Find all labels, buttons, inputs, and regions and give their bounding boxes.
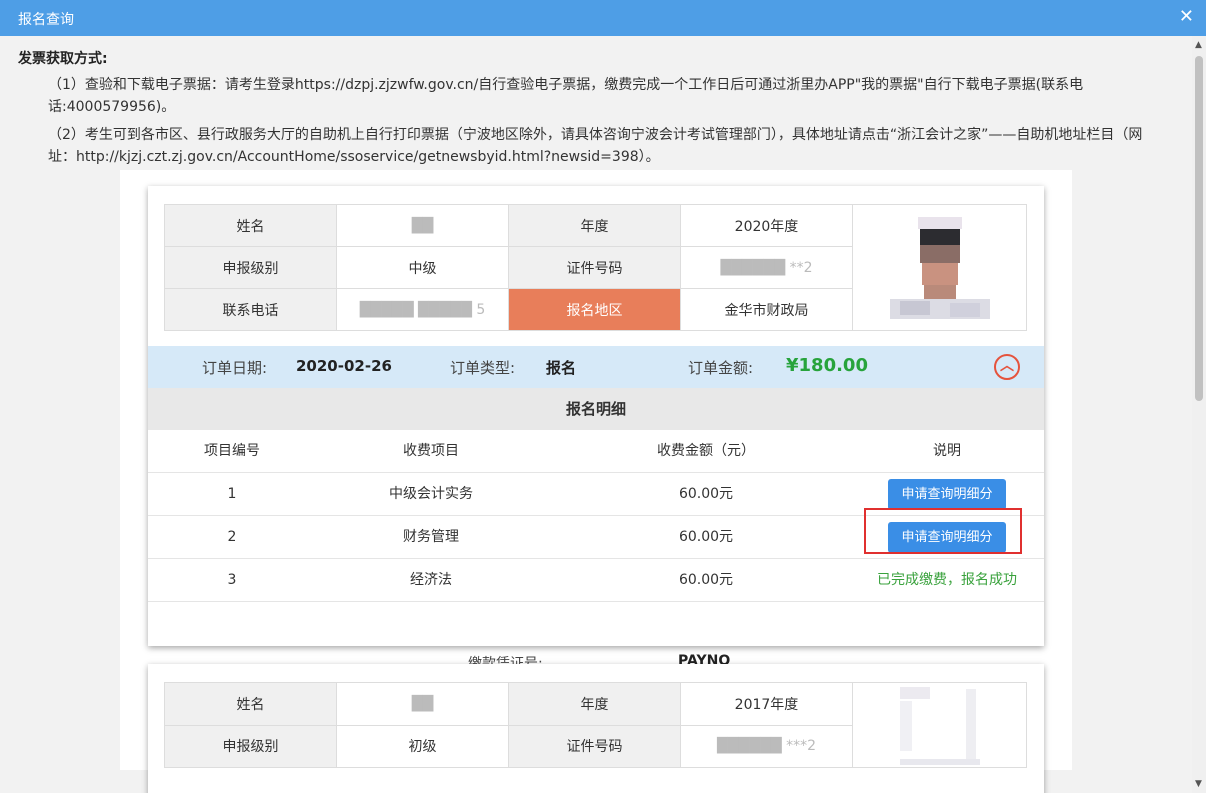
id-number-value: ██████ ***2 <box>680 724 853 768</box>
name-value: ██ <box>336 204 509 247</box>
candidate-info-table: 姓名 ██ 年度 2017年度 申报级别 初级 证件号码 ██████ ***2 <box>164 682 1027 768</box>
region-label: 报名地区 <box>508 288 681 331</box>
photo-pixelated <box>890 683 990 767</box>
item-fee: 60.00元 <box>678 572 734 588</box>
order-date-label: 订单日期: <box>202 359 268 377</box>
item-name: 经济法 <box>410 572 452 588</box>
phone-value: █████ █████ 5 <box>336 288 509 331</box>
name-value: ██ <box>336 682 509 726</box>
level-value: 初级 <box>336 724 509 768</box>
level-value: 中级 <box>336 246 509 289</box>
order-date-value: 2020-02-26 <box>296 357 392 375</box>
col-fee-header: 收费金额（元） <box>657 443 755 459</box>
item-status: 已完成缴费，报名成功 <box>877 572 1017 588</box>
scroll-down-arrow-icon[interactable]: ▼ <box>1195 779 1202 789</box>
item-fee: 60.00元 <box>678 529 734 545</box>
col-item-header: 收费项目 <box>403 443 459 459</box>
order-summary-bar: 订单日期: 2020-02-26 订单类型: 报名 订单金额: ¥180.00 … <box>148 346 1044 388</box>
dialog-title: 报名查询 <box>18 12 74 28</box>
close-icon[interactable]: ✕ <box>1179 6 1194 27</box>
candidate-info-table: 姓名 ██ 年度 2020年度 申报级别 中级 证件号码 ██████ **2 … <box>164 204 1027 331</box>
id-number-value: ██████ **2 <box>680 246 853 289</box>
table-row: 3 经济法 60.00元 已完成缴费，报名成功 <box>148 559 1044 602</box>
highlight-box <box>864 508 1022 554</box>
candidate-photo <box>852 682 1027 768</box>
year-value: 2017年度 <box>680 682 853 726</box>
level-label: 申报级别 <box>164 724 337 768</box>
invoice-method-1: （1）查验和下载电子票据：请考生登录https://dzpj.zjzwfw.go… <box>48 77 1084 115</box>
item-name: 中级会计实务 <box>389 486 473 502</box>
year-value: 2020年度 <box>680 204 853 247</box>
item-no: 3 <box>227 572 237 588</box>
candidate-photo <box>852 204 1027 331</box>
item-fee: 60.00元 <box>678 486 734 502</box>
id-number-label: 证件号码 <box>508 724 681 768</box>
collapse-chevron-up-icon[interactable]: ︿ <box>994 354 1020 380</box>
year-label: 年度 <box>508 682 681 726</box>
request-score-detail-button[interactable]: 申请查询明细分 <box>888 478 1006 510</box>
registration-record: 姓名 ██ 年度 2017年度 申报级别 初级 证件号码 ██████ ***2 <box>148 664 1044 793</box>
year-label: 年度 <box>508 204 681 247</box>
order-type-value: 报名 <box>546 359 577 377</box>
name-label: 姓名 <box>164 204 337 247</box>
col-note-header: 说明 <box>933 443 961 459</box>
name-label: 姓名 <box>164 682 337 726</box>
id-number-label: 证件号码 <box>508 246 681 289</box>
invoice-heading: 发票获取方式: <box>18 51 108 67</box>
photo-pixelated <box>889 213 990 323</box>
registration-record: 姓名 ██ 年度 2020年度 申报级别 中级 证件号码 ██████ **2 … <box>148 186 1044 672</box>
invoice-method-2: （2）考生可到各市区、县行政服务大厅的自助机上自行打印票据（宁波地区除外，请具体… <box>48 127 1143 165</box>
region-value: 金华市财政局 <box>680 288 853 331</box>
detail-header-row: 项目编号 收费项目 收费金额（元） 说明 <box>148 430 1044 473</box>
phone-label: 联系电话 <box>164 288 337 331</box>
dialog-titlebar: 报名查询 ✕ <box>0 0 1206 36</box>
item-no: 2 <box>227 529 237 545</box>
item-no: 1 <box>227 486 237 502</box>
order-type-label: 订单类型: <box>450 359 516 377</box>
order-amount-value: ¥180.00 <box>786 355 868 376</box>
scrollbar-thumb[interactable] <box>1195 56 1203 401</box>
col-item-no-header: 项目编号 <box>204 443 260 459</box>
level-label: 申报级别 <box>164 246 337 289</box>
item-name: 财务管理 <box>403 529 459 545</box>
order-amount-label: 订单金额: <box>688 359 754 377</box>
detail-section-title: 报名明细 <box>148 388 1044 430</box>
vertical-scrollbar[interactable]: ▲ ▼ <box>1192 36 1206 793</box>
scroll-up-arrow-icon[interactable]: ▲ <box>1195 40 1202 50</box>
